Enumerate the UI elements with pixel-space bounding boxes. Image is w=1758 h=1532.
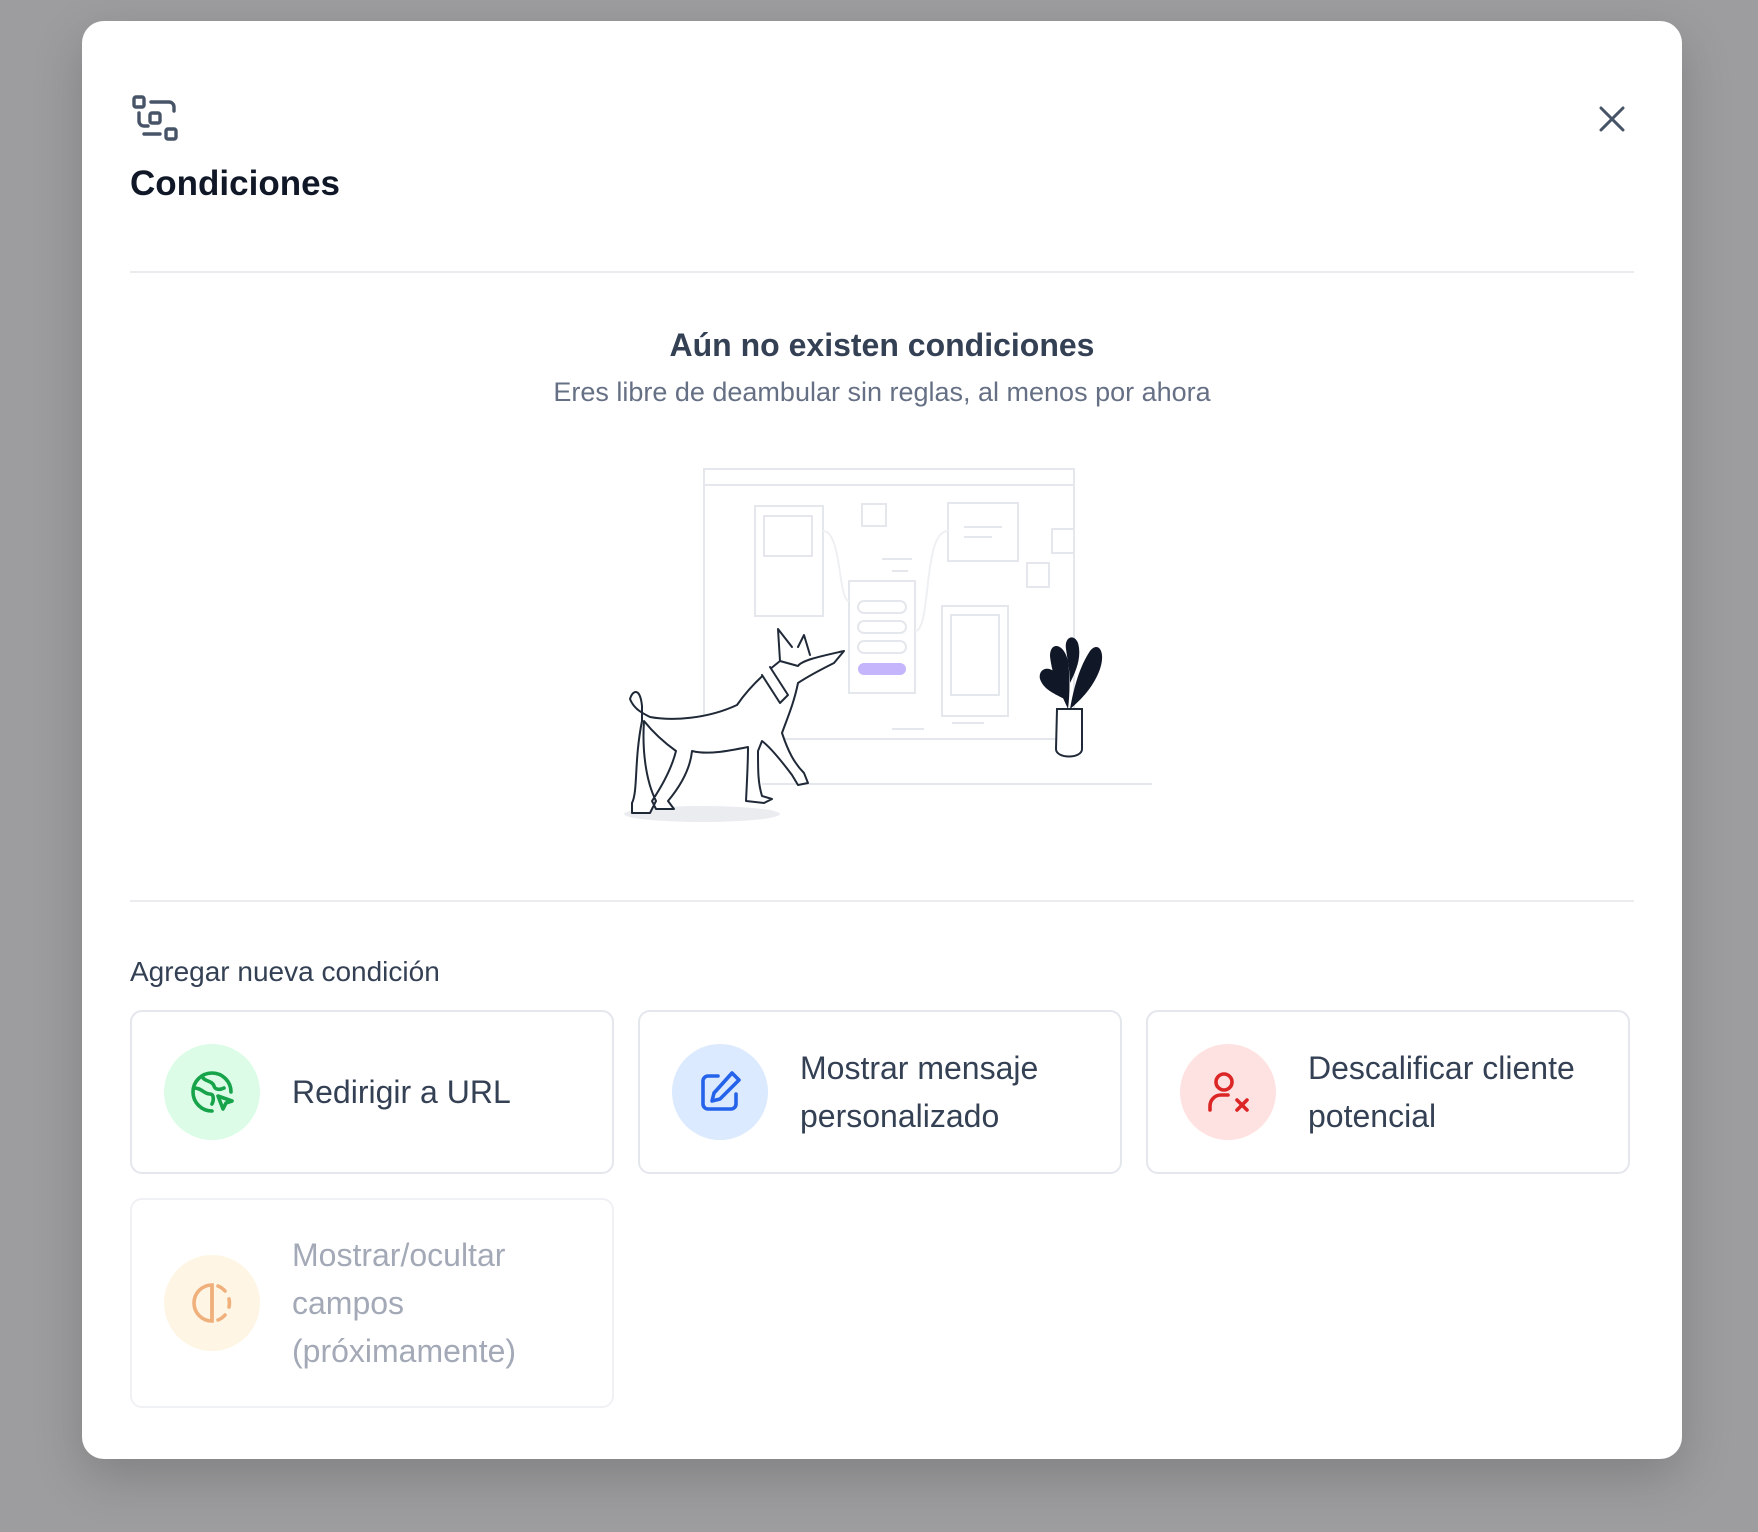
redirect-url-label: Redirigir a URL (292, 1074, 511, 1110)
modal-title: Condiciones (130, 164, 341, 203)
icon-circle (672, 1044, 768, 1140)
close-icon (1599, 106, 1625, 132)
icon-circle (1180, 1044, 1276, 1140)
edit-message-icon (701, 1071, 741, 1111)
disqualify-lead-option[interactable]: Descalificar cliente potencial (1146, 1010, 1630, 1174)
half-circle-icon (192, 1283, 232, 1323)
globe-cursor-icon (191, 1071, 234, 1113)
user-x-icon (1208, 1072, 1249, 1112)
icon-circle (164, 1044, 260, 1140)
divider (130, 900, 1634, 902)
show-hide-fields-label: Mostrar/ocultar campos (próximamente) (292, 1237, 517, 1369)
show-hide-fields-option: Mostrar/ocultar campos (próximamente) (130, 1198, 614, 1408)
icon-circle (164, 1255, 260, 1351)
redirect-url-option[interactable]: Redirigir a URL (130, 1010, 614, 1174)
close-button[interactable] (1588, 95, 1636, 143)
disqualify-lead-label: Descalificar cliente potencial (1308, 1050, 1575, 1134)
add-condition-label: Agregar nueva condición (130, 956, 440, 987)
custom-message-option[interactable]: Mostrar mensaje personalizado (638, 1010, 1122, 1174)
conditions-modal: Condiciones Aún no existen condiciones E… (82, 21, 1682, 1459)
conditions-icon (131, 94, 179, 142)
custom-message-label: Mostrar mensaje personalizado (800, 1050, 1039, 1134)
empty-state-title: Aún no existen condiciones (669, 327, 1095, 363)
dog-and-plant-illustration (612, 451, 1152, 841)
empty-state-subtitle: Eres libre de deambular sin reglas, al m… (553, 377, 1211, 407)
divider (130, 271, 1634, 273)
